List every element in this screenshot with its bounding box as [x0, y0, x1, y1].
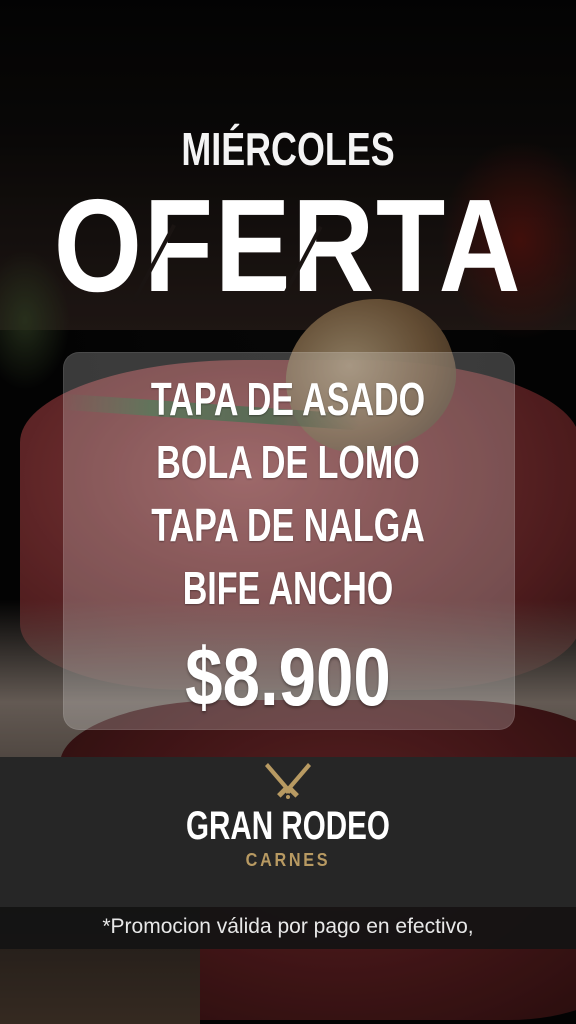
offer-item: BOLA DE LOMO [156, 436, 420, 488]
offer-item: TAPA DE ASADO [150, 373, 426, 425]
promo-poster: MIÉRCOLES OFERTA TAPA DE ASADO BOLA DE L… [0, 0, 576, 1024]
offer-item: TAPA DE NALGA [151, 499, 425, 551]
offer-item: BIFE ANCHO [182, 562, 394, 614]
offer-price: $8.900 [185, 632, 391, 723]
footnote-text: *Promocion válida por pago en efectivo, [102, 915, 474, 938]
offer-items-list: TAPA DE ASADO BOLA DE LOMO TAPA DE NALGA… [0, 368, 576, 620]
brand-name: GRAN RODEO [186, 804, 390, 848]
day-label: MIÉRCOLES [181, 123, 395, 175]
crossed-knives-icon [265, 763, 311, 799]
brand-subtitle: CARNES [245, 850, 331, 870]
